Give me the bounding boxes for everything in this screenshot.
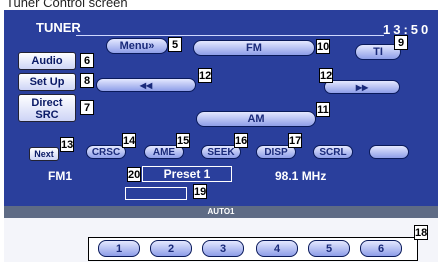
callout-8: 8 <box>80 73 94 88</box>
direct-src-label-line1: Direct <box>31 97 63 109</box>
callout-14: 14 <box>122 133 136 148</box>
callout-18: 18 <box>414 225 428 240</box>
callout-12b: 12 <box>319 68 333 83</box>
direct-src-button[interactable]: Direct SRC <box>18 94 76 122</box>
audio-button[interactable]: Audio <box>18 52 76 70</box>
seek-back-button[interactable]: ◀◀ <box>96 78 196 92</box>
callout-12a: 12 <box>198 68 212 83</box>
preset-2-button[interactable]: 2 <box>150 240 192 257</box>
callout-20: 20 <box>127 167 141 182</box>
callout-17: 17 <box>288 133 302 148</box>
next-button[interactable]: Next <box>29 147 59 161</box>
title-divider <box>76 35 384 36</box>
callout-7: 7 <box>80 100 94 115</box>
preset-name-box: Preset 1 <box>142 166 232 182</box>
band-indicator: FM1 <box>48 169 72 183</box>
preset-name: Preset 1 <box>163 167 211 181</box>
callout-15: 15 <box>176 133 190 148</box>
crsc-button[interactable]: CRSC <box>86 145 126 159</box>
menu-button[interactable]: Menu» <box>106 38 168 54</box>
preset-1-button[interactable]: 1 <box>98 240 140 257</box>
callout-10: 10 <box>316 39 330 54</box>
callout-16: 16 <box>234 133 248 148</box>
direct-src-label-line2: SRC <box>35 109 59 121</box>
screen-title: TUNER <box>36 20 81 35</box>
callout-11: 11 <box>316 102 330 117</box>
callout-6: 6 <box>80 53 94 68</box>
callout-9: 9 <box>394 35 408 50</box>
setup-button[interactable]: Set Up <box>18 73 76 91</box>
seek-mode-indicator: AUTO1 <box>207 207 235 216</box>
ps-name-box <box>125 187 187 200</box>
am-band-button[interactable]: AM <box>196 111 316 127</box>
frequency-display: 98.1 MHz <box>275 169 327 183</box>
preset-3-button[interactable]: 3 <box>202 240 244 257</box>
callout-5: 5 <box>168 37 182 52</box>
seek-forward-button[interactable]: ▶▶ <box>324 80 400 94</box>
callout-13: 13 <box>60 137 74 152</box>
preset-6-button[interactable]: 6 <box>360 240 402 257</box>
callout-19: 19 <box>193 184 207 199</box>
preset-4-button[interactable]: 4 <box>256 240 298 257</box>
blank-function-button[interactable] <box>369 145 409 159</box>
scrl-button[interactable]: SCRL <box>313 145 353 159</box>
preset-5-button[interactable]: 5 <box>308 240 350 257</box>
fm-band-button[interactable]: FM <box>193 40 315 56</box>
page-caption: Tuner Control screen <box>6 0 128 10</box>
